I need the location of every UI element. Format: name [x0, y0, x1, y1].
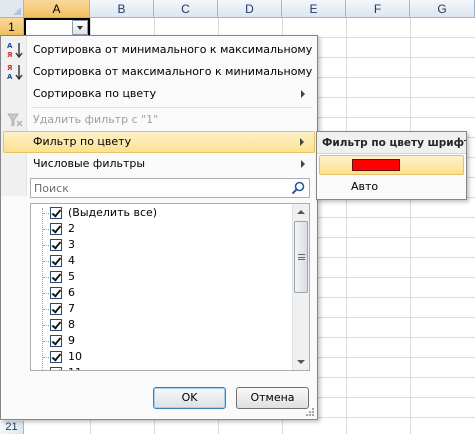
clear-filter-icon	[6, 111, 24, 129]
tree-connector	[42, 208, 43, 370]
column-header-d[interactable]: D	[218, 0, 282, 18]
checkbox[interactable]	[50, 207, 62, 219]
scrollbar-thumb[interactable]	[294, 221, 308, 293]
font-color-auto-option[interactable]: Авто	[351, 179, 378, 195]
column-header-c[interactable]: C	[154, 0, 218, 18]
checkbox[interactable]	[50, 239, 62, 251]
menu-item-label: Сортировка от минимального к максимально…	[33, 43, 313, 56]
menu-item-label: Числовые фильтры	[33, 157, 146, 170]
resize-grip-icon[interactable]	[305, 407, 315, 417]
list-item-label: 10	[68, 350, 82, 363]
row-header-21[interactable]: 21	[0, 421, 24, 434]
checkbox[interactable]	[50, 367, 62, 370]
svg-text:Я: Я	[7, 64, 12, 72]
list-item-label: 7	[68, 302, 75, 315]
color-swatch	[352, 159, 400, 171]
checkbox[interactable]	[50, 287, 62, 299]
list-item-label: 2	[68, 222, 75, 235]
column-header-a[interactable]: A	[24, 0, 90, 18]
scroll-up-arrow-icon[interactable]	[293, 204, 309, 220]
list-item-label: 4	[68, 254, 75, 267]
list-item-label: 3	[68, 238, 75, 251]
menu-item-number-filters[interactable]: Числовые фильтры	[3, 153, 315, 175]
svg-text:Я: Я	[7, 51, 12, 59]
column-header-f[interactable]: F	[346, 0, 410, 18]
value-list: (Выделить все) 2 3 4 5 6 7 8 9 10	[30, 203, 310, 371]
filter-by-color-submenu: Фильтр по цвету шрифта Авто	[316, 131, 467, 200]
menu-item-clear-filter: Удалить фильтр с "1"	[3, 109, 315, 131]
search-icon[interactable]	[291, 181, 306, 196]
select-all-corner[interactable]	[0, 0, 24, 18]
list-item-label: 5	[68, 270, 75, 283]
cancel-button[interactable]: Отмена	[236, 387, 309, 409]
ok-button[interactable]: OK	[153, 387, 226, 409]
menu-item-label: Фильтр по цвету	[33, 135, 132, 148]
menu-item-sort-by-color[interactable]: Сортировка по цвету	[3, 83, 315, 105]
autofilter-menu: А Я Сортировка от минимального к максима…	[0, 35, 318, 420]
submenu-title: Фильтр по цвету шрифта	[317, 132, 466, 154]
checkbox[interactable]	[50, 303, 62, 315]
menu-separator	[31, 107, 313, 108]
checkbox[interactable]	[50, 271, 62, 283]
autofilter-dropdown-button[interactable]	[72, 20, 88, 35]
scroll-down-arrow-icon[interactable]	[293, 354, 309, 370]
sort-ascending-icon: А Я	[6, 41, 24, 59]
list-item-label: 11	[68, 365, 82, 370]
submenu-arrow-icon	[300, 138, 304, 146]
svg-text:А: А	[7, 73, 13, 81]
menu-item-sort-ascending[interactable]: А Я Сортировка от минимального к максима…	[3, 39, 315, 61]
svg-text:А: А	[7, 42, 13, 50]
column-header-b[interactable]: B	[90, 0, 154, 18]
font-color-red-option[interactable]	[319, 155, 464, 175]
list-item-label: 6	[68, 286, 75, 299]
column-header-e[interactable]: E	[282, 0, 346, 18]
search-input[interactable]	[34, 181, 284, 196]
column-header-g[interactable]: G	[410, 0, 475, 18]
list-scrollbar[interactable]	[292, 204, 309, 370]
list-item-label: 9	[68, 334, 75, 347]
row-header-1[interactable]: 1	[0, 18, 24, 36]
search-box[interactable]	[30, 178, 310, 198]
checkbox[interactable]	[50, 223, 62, 235]
list-item-label: 8	[68, 318, 75, 331]
menu-item-sort-descending[interactable]: Я А Сортировка от максимального к минима…	[3, 61, 315, 83]
checkbox[interactable]	[50, 335, 62, 347]
checkbox[interactable]	[50, 351, 62, 363]
menu-item-label: Сортировка от максимального к минимально…	[33, 65, 313, 78]
submenu-arrow-icon	[301, 160, 305, 168]
submenu-arrow-icon	[301, 90, 305, 98]
checkbox[interactable]	[50, 319, 62, 331]
list-item-label: (Выделить все)	[68, 206, 158, 219]
checkbox[interactable]	[50, 255, 62, 267]
menu-item-label: Сортировка по цвету	[33, 87, 157, 100]
menu-item-label: Удалить фильтр с "1"	[33, 113, 159, 126]
menu-item-filter-by-color[interactable]: Фильтр по цвету	[3, 131, 315, 153]
sort-descending-icon: Я А	[6, 63, 24, 81]
grip-icon	[298, 254, 305, 260]
